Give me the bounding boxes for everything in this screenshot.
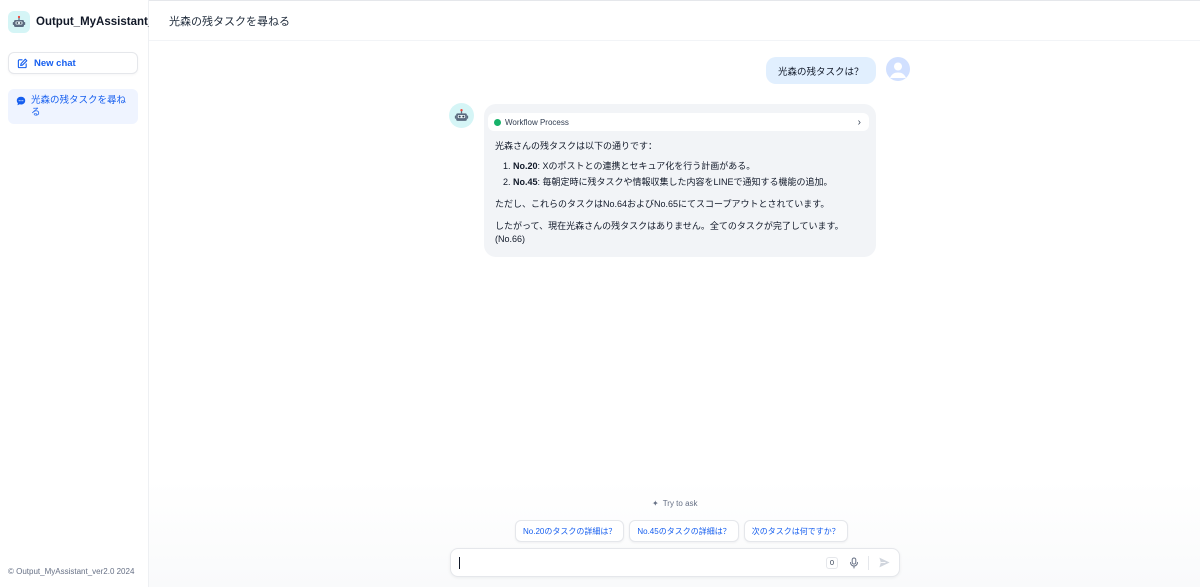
answer-paragraph: したがって、現在光森さんの残タスクはありません。全てのタスクが完了しています。 [495, 221, 844, 231]
try-to-ask-text: Try to ask [662, 499, 698, 508]
microphone-icon[interactable] [848, 557, 860, 569]
chat-bubble-icon [16, 96, 26, 106]
input-divider [868, 555, 869, 570]
task-description: : 毎朝定時に残タスクや情報収集した内容をLINEで通知する機能の追加。 [537, 177, 833, 187]
workflow-process-toggle[interactable]: Workflow Process › [488, 113, 869, 131]
robot-icon [8, 11, 30, 33]
list-item-number: 1. [503, 161, 511, 171]
list-item-number: 2. [503, 177, 511, 187]
success-dot-icon [494, 118, 501, 126]
answer-paragraph-ref: (No.66) [495, 234, 526, 244]
sidebar: Output_MyAssistant_ver2.0 New chat 光森の残タ… [0, 0, 149, 587]
workflow-label: Workflow Process [505, 117, 569, 127]
task-id: No.45 [513, 177, 538, 187]
suggestion-button[interactable]: 次のタスクは何ですか？ [743, 520, 848, 542]
new-chat-button[interactable]: New chat [8, 52, 138, 74]
page-title: 光森の残タスクを尋ねる [169, 15, 290, 28]
answer-paragraph: ただし、これらのタスクはNo.64およびNo.65にてスコープアウトとされていま… [495, 199, 830, 209]
list-item: 1. No.20: Xのポストとの連携とセキュア化を行う計画がある。 [503, 160, 870, 173]
chat-input[interactable]: 0 [450, 548, 900, 577]
user-icon [885, 57, 910, 81]
user-message-bubble: 光森の残タスクは？ [766, 57, 876, 84]
conversation-label: 光森の残タスクを尋ねる [31, 95, 127, 118]
assistant-message-text: 光森さんの残タスクは以下の通りです： 1. No.20: Xのポストとの連携とセ… [495, 140, 870, 246]
app-title: Output_MyAssistant_ver2.0 [36, 16, 149, 28]
chat-header: 光森の残タスクを尋ねる [149, 0, 1200, 41]
task-description: : Xのポストとの連携とセキュア化を行う計画がある。 [537, 161, 756, 171]
copyright-text: © Output_MyAssistant_ver2.0 2024 [8, 567, 135, 576]
char-counter: 0 [825, 556, 838, 569]
try-to-ask-label: ✦ Try to ask [652, 499, 698, 508]
answer-intro: 光森さんの残タスクは以下の通りです： [495, 141, 658, 151]
sparkle-icon: ✦ [652, 499, 659, 508]
suggestion-button[interactable]: No.20のタスクの詳細は？ [515, 520, 625, 542]
user-message-row: 光森の残タスクは？ [766, 57, 910, 84]
send-icon[interactable] [878, 556, 891, 569]
assistant-message-bubble: Workflow Process › 光森さんの残タスクは以下の通りです： 1.… [484, 104, 876, 257]
task-list: 1. No.20: Xのポストとの連携とセキュア化を行う計画がある。 2. No… [495, 160, 870, 189]
chat-main: 光森の残タスクを尋ねる 光森の残タスクは？ Workflow Process › [149, 0, 1200, 587]
sidebar-conversation-item[interactable]: 光森の残タスクを尋ねる [8, 89, 138, 124]
new-chat-label: New chat [34, 57, 76, 69]
suggestion-button[interactable]: No.45のタスクの詳細は？ [629, 520, 739, 542]
suggested-questions: No.20のタスクの詳細は？ No.45のタスクの詳細は？ 次のタスクは何ですか… [515, 520, 848, 542]
list-item: 2. No.45: 毎朝定時に残タスクや情報収集した内容をLINEで通知する機能… [503, 176, 870, 189]
chevron-right-icon: › [857, 116, 861, 128]
text-cursor [459, 556, 460, 569]
edit-icon [17, 58, 28, 69]
app-header: Output_MyAssistant_ver2.0 [8, 10, 149, 34]
task-id: No.20 [513, 161, 538, 171]
robot-icon [449, 103, 474, 128]
